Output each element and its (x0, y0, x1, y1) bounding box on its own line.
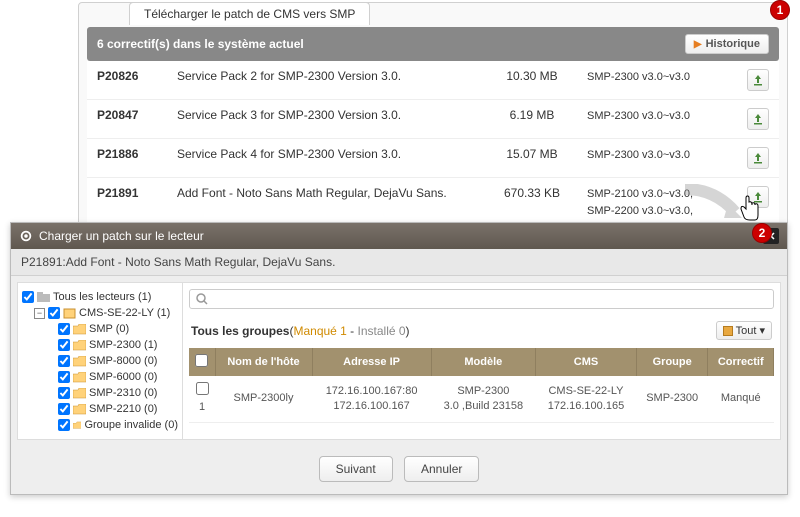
step-badge-2: 2 (752, 223, 772, 243)
patch-count-text: 6 correctif(s) dans le système actuel (97, 37, 304, 51)
load-patch-dialog: Charger un patch sur le lecteur ✕ P21891… (10, 222, 788, 495)
tree-item-check[interactable] (58, 339, 70, 351)
patch-desc: Service Pack 2 for SMP-2300 Version 3.0. (167, 61, 487, 100)
col-cms: CMS (536, 348, 637, 376)
row-check[interactable] (196, 382, 209, 395)
col-patch: Correctif (708, 348, 774, 376)
tree-item-check[interactable] (58, 419, 70, 431)
col-group: Groupe (636, 348, 708, 376)
cell-cms: CMS-SE-22-LY 172.16.100.165 (536, 376, 637, 422)
groups-summary: Tous les groupes(Manqué 1 - Installé 0) (191, 324, 410, 338)
tree-item-check[interactable] (58, 355, 70, 367)
patch-desc: Service Pack 4 for SMP-2300 Version 3.0. (167, 139, 487, 178)
tree-item-check[interactable] (58, 403, 70, 415)
patch-size: 6.19 MB (487, 100, 577, 139)
patch-id: P20826 (87, 61, 167, 100)
search-icon (196, 293, 208, 305)
patch-desc: Service Pack 3 for SMP-2300 Version 3.0. (167, 100, 487, 139)
tree-item-label: SMP-2310 (0) (89, 387, 157, 399)
col-host: Nom de l'hôte (215, 348, 312, 376)
upload-icon (752, 113, 764, 125)
history-button[interactable]: ▶ Historique (685, 34, 769, 54)
tree-item[interactable]: SMP-2310 (0) (22, 385, 178, 401)
col-ip: Adresse IP (312, 348, 431, 376)
tree-root[interactable]: Tous les lecteurs (1) (22, 289, 178, 305)
folder-icon (73, 340, 86, 351)
tree-item[interactable]: SMP-6000 (0) (22, 369, 178, 385)
collapse-icon[interactable]: − (34, 308, 45, 319)
chevron-down-icon: ▾ (759, 324, 765, 337)
patch-versions: SMP-2300 v3.0~v3.0 (577, 100, 737, 139)
upload-button[interactable] (747, 108, 769, 130)
tree-item-label: SMP-6000 (0) (89, 371, 157, 383)
cell-ip: 172.16.100.167:80 172.16.100.167 (312, 376, 431, 422)
tree-item[interactable]: SMP-8000 (0) (22, 353, 178, 369)
upload-icon (752, 74, 764, 86)
folder-icon (73, 420, 81, 431)
patch-row: P20847Service Pack 3 for SMP-2300 Versio… (87, 100, 779, 139)
tree-item-check[interactable] (58, 323, 70, 335)
upload-button[interactable] (747, 147, 769, 169)
tree-item[interactable]: SMP-2300 (1) (22, 337, 178, 353)
right-pane: Tous les groupes(Manqué 1 - Installé 0) … (183, 283, 780, 439)
dialog-title: Charger un patch sur le lecteur (39, 229, 204, 243)
tree-item-label: Groupe invalide (0) (84, 419, 178, 431)
player-tree: Tous les lecteurs (1) − CMS-SE-22-LY (1)… (18, 283, 183, 439)
filter-all-button[interactable]: Tout ▾ (716, 321, 772, 340)
tab-download-patch[interactable]: Télécharger le patch de CMS vers SMP (129, 2, 370, 25)
patch-size: 10.30 MB (487, 61, 577, 100)
tree-root-check[interactable] (22, 291, 34, 303)
patch-size: 15.07 MB (487, 139, 577, 178)
gear-icon (19, 229, 33, 243)
tree-item-check[interactable] (58, 387, 70, 399)
col-model: Modèle (431, 348, 535, 376)
folder-icon (73, 388, 86, 399)
step-badge-1: 1 (770, 0, 790, 20)
next-button[interactable]: Suivant (319, 456, 393, 482)
patch-count-header: 6 correctif(s) dans le système actuel ▶ … (87, 27, 779, 61)
patch-id: P21886 (87, 139, 167, 178)
patch-versions: SMP-2300 v3.0~v3.0 (577, 61, 737, 100)
dialog-title-bar: Charger un patch sur le lecteur ✕ (11, 223, 787, 249)
tree-group-check[interactable] (48, 307, 60, 319)
upload-icon (752, 152, 764, 164)
cell-group: SMP-2300 (636, 376, 708, 422)
players-table: Nom de l'hôte Adresse IP Modèle CMS Grou… (189, 348, 774, 423)
tree-item[interactable]: Groupe invalide (0) (22, 417, 178, 433)
search-input[interactable] (212, 293, 767, 305)
tree-item-label: SMP-2300 (1) (89, 339, 157, 351)
tree-item-label: SMP-2210 (0) (89, 403, 157, 415)
upload-button[interactable] (747, 69, 769, 91)
patch-row: P21886Service Pack 4 for SMP-2300 Versio… (87, 139, 779, 178)
table-row[interactable]: 1 SMP-2300ly 172.16.100.167:80 172.16.10… (189, 376, 774, 422)
dialog-subtitle: P21891:Add Font - Noto Sans Math Regular… (11, 249, 787, 276)
server-icon (63, 308, 76, 319)
tree-group[interactable]: − CMS-SE-22-LY (1) (22, 305, 178, 321)
folder-icon (73, 404, 86, 415)
players-icon (37, 292, 50, 303)
col-check[interactable] (189, 348, 215, 376)
tree-item[interactable]: SMP (0) (22, 321, 178, 337)
search-bar[interactable] (189, 289, 774, 309)
cell-patch: Manqué (708, 376, 774, 422)
cell-host: SMP-2300ly (215, 376, 312, 422)
cell-model: SMP-2300 3.0 ,Build 23158 (431, 376, 535, 422)
folder-icon (73, 356, 86, 367)
flag-icon: ▶ (694, 39, 702, 50)
tree-item[interactable]: SMP-2210 (0) (22, 401, 178, 417)
cancel-button[interactable]: Annuler (404, 456, 479, 482)
filter-color-icon (723, 326, 733, 336)
tree-item-label: SMP (0) (89, 323, 129, 335)
patch-id: P20847 (87, 100, 167, 139)
tree-item-check[interactable] (58, 371, 70, 383)
folder-icon (73, 372, 86, 383)
folder-icon (73, 324, 86, 335)
dialog-footer: Suivant Annuler (11, 446, 787, 494)
patch-versions: SMP-2300 v3.0~v3.0 (577, 139, 737, 178)
tree-item-label: SMP-8000 (0) (89, 355, 157, 367)
patch-row: P20826Service Pack 2 for SMP-2300 Versio… (87, 61, 779, 100)
hand-cursor-icon (738, 195, 760, 221)
